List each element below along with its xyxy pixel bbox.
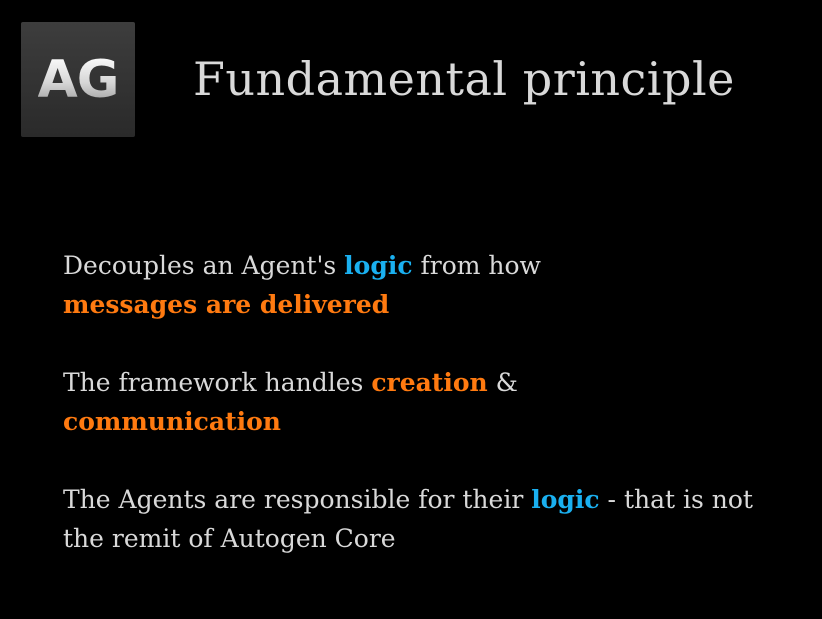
paragraph-agents: The Agents are responsible for their log… [63,480,763,558]
logo-text: AG [37,49,120,110]
slide-title: Fundamental principle [193,52,735,106]
highlight-creation: creation [371,368,488,397]
text-segment: from how [412,251,541,280]
highlight-logic: logic [344,251,413,280]
highlight-logic: logic [531,485,600,514]
text-segment: The framework handles [63,368,372,397]
logo: AG [21,22,135,137]
paragraph-framework: The framework handles creation & communi… [63,363,763,441]
text-segment: & [487,368,518,397]
highlight-messages-delivered: messages are delivered [63,290,390,319]
slide-body: Decouples an Agent's logic from how mess… [63,246,763,558]
text-segment: The Agents are responsible for their [63,485,532,514]
highlight-communication: communication [63,407,281,436]
text-segment: Decouples an Agent's [63,251,345,280]
paragraph-decoupling: Decouples an Agent's logic from how mess… [63,246,763,324]
